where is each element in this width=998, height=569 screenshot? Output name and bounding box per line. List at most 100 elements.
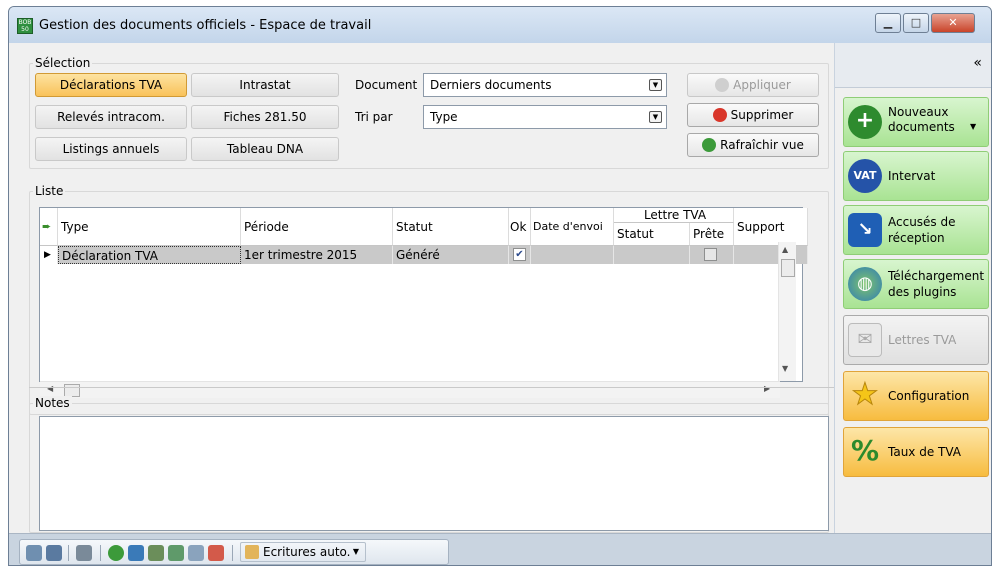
cell-ok[interactable]: ✔ [509,246,531,264]
intrastat-button[interactable]: Intrastat [191,73,339,97]
horizontal-scrollbar[interactable]: ◀ ▶ [40,381,780,398]
scroll-left-icon[interactable]: ◀ [47,384,53,393]
toolbar-separator [100,545,101,561]
star-icon: ★ [851,377,879,412]
apply-icon [715,78,730,92]
column-header-ok[interactable]: Ok [509,208,531,246]
sort-select-value: Type [430,110,458,124]
sort-label: Tri par [355,110,393,124]
vertical-scroll-thumb[interactable] [781,259,795,277]
chevron-down-icon: ▼ [352,547,359,556]
delete-icon [712,108,727,122]
refresh-icon [702,138,717,152]
delete-button[interactable]: Supprimer [687,103,819,127]
apply-label: Appliquer [733,78,791,92]
document-select[interactable]: Derniers documents ▼ [423,73,667,97]
column-header-support[interactable]: Support [734,208,808,246]
cell-letter-status[interactable] [614,246,690,264]
declarations-tva-button[interactable]: Déclarations TVA [35,73,187,97]
notes-group-label: Notes [33,396,72,410]
sidebar-item-vat-rates[interactable]: % Taux de TVA [843,427,989,477]
export-icon[interactable] [128,545,144,561]
chevron-down-icon[interactable]: ▼ [649,79,662,91]
sidebar-item-label: Accusés de réception [888,215,956,245]
document-key-icon[interactable] [168,545,184,561]
right-sidebar: « + Nouveaux documents ▼ VAT Intervat ↘ … [834,43,991,533]
column-header-letter-ready[interactable]: Prête [690,223,734,246]
documents-table[interactable]: ➨ Type Période Statut Ok Date d'envoi Le… [39,207,808,382]
app-icon: BOB 50 [17,18,33,34]
bottom-toolbar: Ecritures auto. ▼ [19,539,449,565]
sidebar-item-configuration[interactable]: ★ Configuration [843,371,989,421]
ecritures-auto-button[interactable]: Ecritures auto. ▼ [240,542,366,562]
letters-icon: ✉ [848,323,882,357]
main-pane: Sélection Déclarations TVA Intrastat Rel… [9,43,834,533]
column-header-letter-group: Lettre TVA [614,208,734,223]
ready-checkbox[interactable] [704,248,717,261]
vat-icon: VAT [848,159,882,193]
refresh-label: Rafraîchir vue [720,138,804,152]
cell-period[interactable]: 1er trimestre 2015 [241,246,393,264]
cell-letter-ready[interactable] [690,246,734,264]
scroll-up-icon[interactable]: ▲ [782,245,788,254]
close-button[interactable]: ✕ [931,13,975,33]
globe-icon: ◍ [848,267,882,301]
ok-icon[interactable] [46,545,62,561]
toolbar-separator [232,545,233,561]
ecritures-auto-label: Ecritures auto. [263,545,351,559]
vertical-scrollbar[interactable]: ▲ ▼ [778,242,796,381]
bottom-toolbar-area: Ecritures auto. ▼ [9,533,991,565]
minimize-button[interactable]: ▁ [875,13,901,33]
print-icon[interactable] [76,545,92,561]
sidebar-item-label: Configuration [888,389,970,403]
tableau-dna-button[interactable]: Tableau DNA [191,137,339,161]
column-header-period[interactable]: Période [241,208,393,246]
selection-group-label: Sélection [33,56,93,70]
sidebar-item-new-documents[interactable]: + Nouveaux documents ▼ [843,97,989,147]
plus-icon: + [848,105,882,139]
delete-label: Supprimer [730,108,794,122]
cell-status[interactable]: Généré [393,246,509,264]
sidebar-item-acknowledgements[interactable]: ↘ Accusés de réception [843,205,989,255]
title-bar[interactable]: BOB 50 Gestion des documents officiels -… [9,7,991,43]
column-header-type[interactable]: Type [58,208,241,246]
sidebar-item-plugin-download[interactable]: ◍ Téléchargement des plugins [843,259,989,309]
notes-textarea[interactable] [39,416,829,531]
column-header-letter-status[interactable]: Statut [614,223,690,246]
cell-send-date[interactable] [531,246,614,264]
document-delete-icon[interactable] [208,545,224,561]
releves-intracom-button[interactable]: Relevés intracom. [35,105,187,129]
collapse-sidebar-button[interactable]: « [973,55,982,71]
maximize-button[interactable]: □ [903,13,929,33]
scroll-down-icon[interactable]: ▼ [782,364,788,373]
ok-checkbox[interactable]: ✔ [513,248,526,261]
cell-type[interactable]: Déclaration TVA [58,246,241,264]
document-label: Document [355,78,418,92]
column-header-status[interactable]: Statut [393,208,509,246]
column-header-send-date[interactable]: Date d'envoi [531,208,614,246]
document-select-value: Derniers documents [430,78,552,92]
document-arrow-icon[interactable] [188,545,204,561]
sidebar-item-intervat[interactable]: VAT Intervat [843,151,989,201]
scroll-right-icon[interactable]: ▶ [764,384,770,393]
sidebar-item-tva-letters[interactable]: ✉ Lettres TVA [843,315,989,365]
listings-annuels-button[interactable]: Listings annuels [35,137,187,161]
cell-support[interactable] [734,246,808,264]
sidebar-item-label: Taux de TVA [888,445,962,459]
fiches-28150-button[interactable]: Fiches 281.50 [191,105,339,129]
sort-select[interactable]: Type ▼ [423,105,667,129]
apply-button[interactable]: Appliquer [687,73,819,97]
refresh-icon[interactable] [108,545,124,561]
key-icon[interactable] [148,545,164,561]
row-indicator-header-icon: ➨ [40,208,58,246]
toolbar-separator [68,545,69,561]
sidebar-item-label: Intervat [888,169,936,183]
ok-multi-icon[interactable] [26,545,42,561]
current-row-arrow-icon: ▶ [40,246,58,264]
chevron-down-icon[interactable]: ▼ [649,111,662,123]
refresh-button[interactable]: Rafraîchir vue [687,133,819,157]
list-group-label: Liste [33,184,66,198]
sidebar-item-label: Téléchargement des plugins [888,269,985,299]
window-title: Gestion des documents officiels - Espace… [39,18,372,33]
divider [29,387,834,388]
